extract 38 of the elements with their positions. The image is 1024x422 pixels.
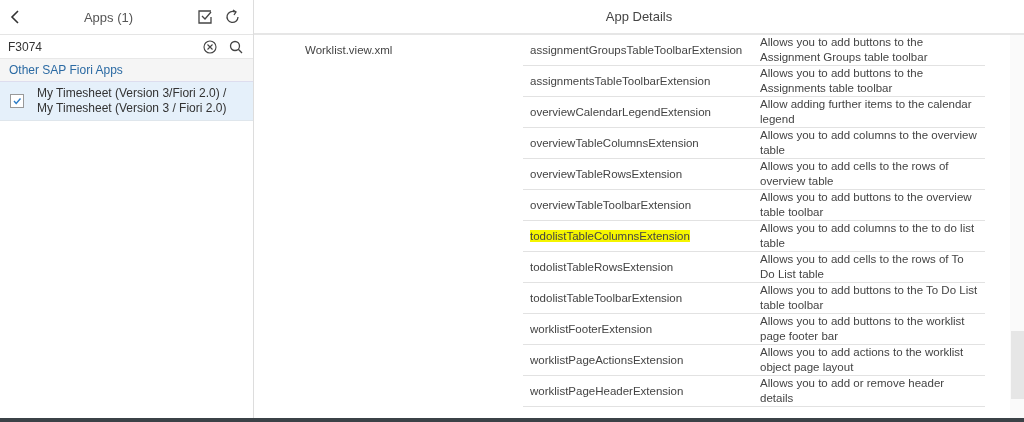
extension-description: Allows you to add cells to the rows of To Do List table — [760, 252, 965, 282]
extension-name: todolistTableToolbarExtension — [530, 292, 683, 304]
extension-description: Allows you to add buttons to the Assignments table toolbar — [760, 66, 925, 96]
refresh-icon[interactable] — [225, 9, 241, 25]
extension-name: todolistTableRowsExtension — [530, 261, 674, 273]
extension-description: Allows you to add or remove header details — [760, 376, 946, 406]
extension-name: worklistPageHeaderExtension — [530, 385, 684, 397]
extension-name: overviewCalendarLegendExtension — [530, 106, 711, 118]
group-header: Other SAP Fiori Apps — [0, 58, 253, 82]
extension-name: overviewTableColumnsExtension — [530, 137, 699, 149]
page-title: App Details — [605, 9, 673, 24]
extension-name: assignmentGroupsTableToolbarExtension — [530, 44, 743, 56]
extension-description: Allows you to add buttons to the overview table toolbar — [760, 190, 973, 220]
extension-description: Allows you to add cells to the rows of overview table — [760, 159, 950, 189]
extension-name: todolistTableColumnsExtension — [530, 230, 690, 242]
app-list-item[interactable]: My Timesheet (Version 3/Fiori 2.0) / My Timesheet (Version 3 / Fiori 2.0) — [0, 82, 253, 121]
extension-name: overviewTableToolbarExtension — [530, 199, 692, 211]
extension-description: Allows you to add buttons to the worklist page footer bar — [760, 314, 966, 344]
clear-icon[interactable] — [203, 40, 217, 54]
back-icon[interactable] — [10, 10, 20, 24]
extension-name: worklistFooterExtension — [530, 323, 653, 335]
extension-name: assignmentsTableToolbarExtension — [530, 75, 711, 87]
extension-description: Allows you to add buttons to the To Do List table toolbar — [760, 283, 978, 313]
search-icon[interactable] — [229, 40, 243, 54]
extension-name: worklistPageActionsExtension — [530, 354, 684, 366]
scrollbar-thumb[interactable] — [1011, 331, 1024, 399]
check-mark-icon — [12, 96, 22, 106]
panel-title: Apps (1) — [82, 9, 135, 25]
checkbox[interactable] — [10, 94, 24, 108]
extension-description: Allow adding further items to the calendar legend — [760, 97, 973, 127]
file-name: Worklist.view.xml — [305, 43, 394, 58]
extension-description: Allows you to add columns to the overview table — [760, 128, 978, 158]
multi-select-icon[interactable] — [197, 9, 213, 25]
extension-description: Allows you to add actions to the worklist object page layout — [760, 345, 965, 375]
extension-name: overviewTableRowsExtension — [530, 168, 683, 180]
extension-description: Allows you to add columns to the to do list table — [760, 221, 976, 251]
search-field[interactable]: F3074 — [8, 40, 203, 54]
extension-description: Allows you to add buttons to the Assignment Groups table toolbar — [760, 35, 929, 65]
